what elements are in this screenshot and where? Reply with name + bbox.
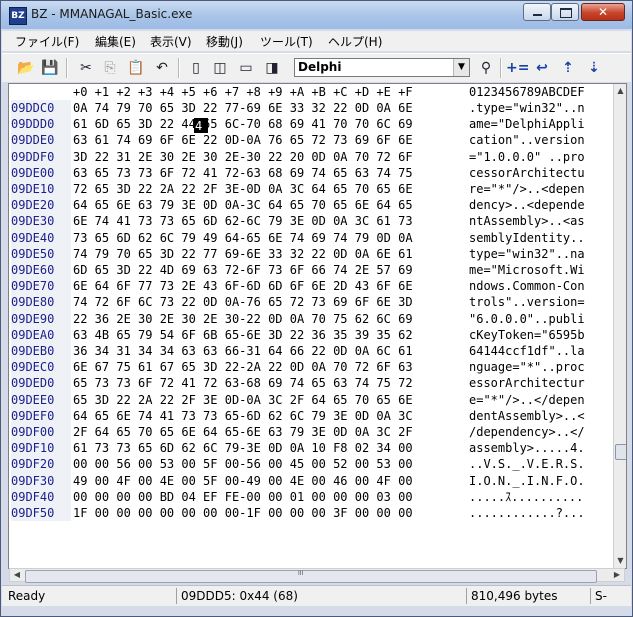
view-single-icon[interactable]: ▯: [186, 58, 206, 78]
paste-icon[interactable]: 📋: [126, 58, 146, 78]
scroll-up-arrow-icon[interactable]: ▲: [614, 84, 626, 98]
status-mode: S-: [590, 588, 607, 604]
hex-editor-view[interactable]: +0 +1 +2 +3 +4 +5 +6 +7 +8 +9 +A +B +C +…: [8, 83, 627, 569]
find-icon[interactable]: ⚲: [476, 58, 496, 78]
charset-select-value: Delphi: [298, 60, 342, 74]
toolbar-separator: [178, 58, 180, 78]
toolbar-separator: [500, 58, 502, 78]
status-ready: Ready: [8, 589, 46, 603]
minimize-button[interactable]: [523, 3, 551, 21]
scroll-right-arrow-icon[interactable]: ▶: [610, 569, 624, 581]
status-position: 09DDD5: 0x44 (68): [176, 588, 298, 604]
status-file-size: 810,496 bytes: [466, 588, 558, 604]
cut-icon[interactable]: ✂: [76, 58, 96, 78]
scroll-left-arrow-icon[interactable]: ◀: [10, 569, 24, 581]
menu-edit[interactable]: 編集(E): [95, 33, 136, 50]
minimize-icon: [533, 14, 542, 16]
title-bar[interactable]: BZ BZ - MMANAGAL_Basic.exe ✕: [1, 1, 632, 29]
chevron-down-icon[interactable]: ▼: [453, 59, 469, 76]
view-vertical-icon[interactable]: ◨: [262, 58, 282, 78]
menu-bar: ファイル(F) 編集(E) 表示(V) 移動(J) ツール(T) ヘルプ(H): [2, 31, 631, 51]
scroll-down-arrow-icon[interactable]: ▼: [614, 554, 626, 568]
menu-help[interactable]: ヘルプ(H): [328, 33, 382, 50]
scroll-grip-icon: III: [298, 570, 304, 577]
maximize-button[interactable]: [551, 3, 579, 21]
address-column: 09DDC0 09DDD0 09DDE0 09DDF0 09DE00 09DE1…: [11, 100, 71, 522]
copy-icon[interactable]: ⎘: [100, 58, 120, 78]
view-horizontal-icon[interactable]: ▭: [236, 58, 256, 78]
hex-column-header: +0 +1 +2 +3 +4 +5 +6 +7 +8 +9 +A +B +C +…: [73, 85, 413, 99]
close-button[interactable]: ✕: [581, 3, 625, 21]
view-split-icon[interactable]: ◫: [210, 58, 230, 78]
menu-view[interactable]: 表示(V): [150, 33, 192, 50]
app-icon[interactable]: BZ: [9, 7, 27, 25]
jump-back-icon[interactable]: ↩: [532, 58, 552, 78]
ascii-column-header: 0123456789ABCDEF: [469, 85, 585, 99]
cursor-char: 4: [195, 119, 203, 133]
status-bar: Ready 09DDD5: 0x44 (68) 810,496 bytes S-: [2, 585, 631, 606]
scroll-down-icon[interactable]: ⇣: [584, 58, 604, 78]
maximize-icon: [560, 8, 572, 18]
scroll-up-icon[interactable]: ⇡: [558, 58, 578, 78]
charset-select[interactable]: Delphi ▼: [294, 58, 470, 77]
toolbar: 📂 💾 ✂ ⎘ 📋 ↶ ▯ ◫ ▭ ◨ Delphi ▼ ⚲ += ↩ ⇡ ⇣: [2, 53, 631, 82]
menu-file[interactable]: ファイル(F): [15, 33, 79, 50]
vertical-scroll-thumb[interactable]: [615, 444, 626, 460]
menu-tools[interactable]: ツール(T): [260, 33, 313, 50]
application-window: BZ BZ - MMANAGAL_Basic.exe ✕ ファイル(F) 編集(…: [0, 0, 633, 617]
cursor-caret: 4: [194, 118, 208, 133]
hex-bytes[interactable]: 0A 74 79 70 65 3D 22 77-69 6E 33 32 22 0…: [73, 100, 413, 521]
ascii-text[interactable]: .type="win32"..n ame="DelphiAppli cation…: [469, 100, 585, 521]
save-icon[interactable]: 💾: [40, 58, 60, 78]
horizontal-scroll-thumb[interactable]: [25, 570, 597, 583]
vertical-scrollbar[interactable]: ▲ ▼: [613, 84, 626, 568]
undo-icon[interactable]: ↶: [152, 58, 172, 78]
open-file-icon[interactable]: 📂: [16, 58, 36, 78]
toolbar-separator: [66, 58, 68, 78]
menu-jump[interactable]: 移動(J): [206, 33, 243, 50]
horizontal-scrollbar[interactable]: ◀ III ▶: [9, 568, 625, 583]
compare-icon[interactable]: +=: [506, 58, 529, 78]
close-icon: ✕: [597, 5, 609, 19]
window-title: BZ - MMANAGAL_Basic.exe: [31, 7, 193, 21]
